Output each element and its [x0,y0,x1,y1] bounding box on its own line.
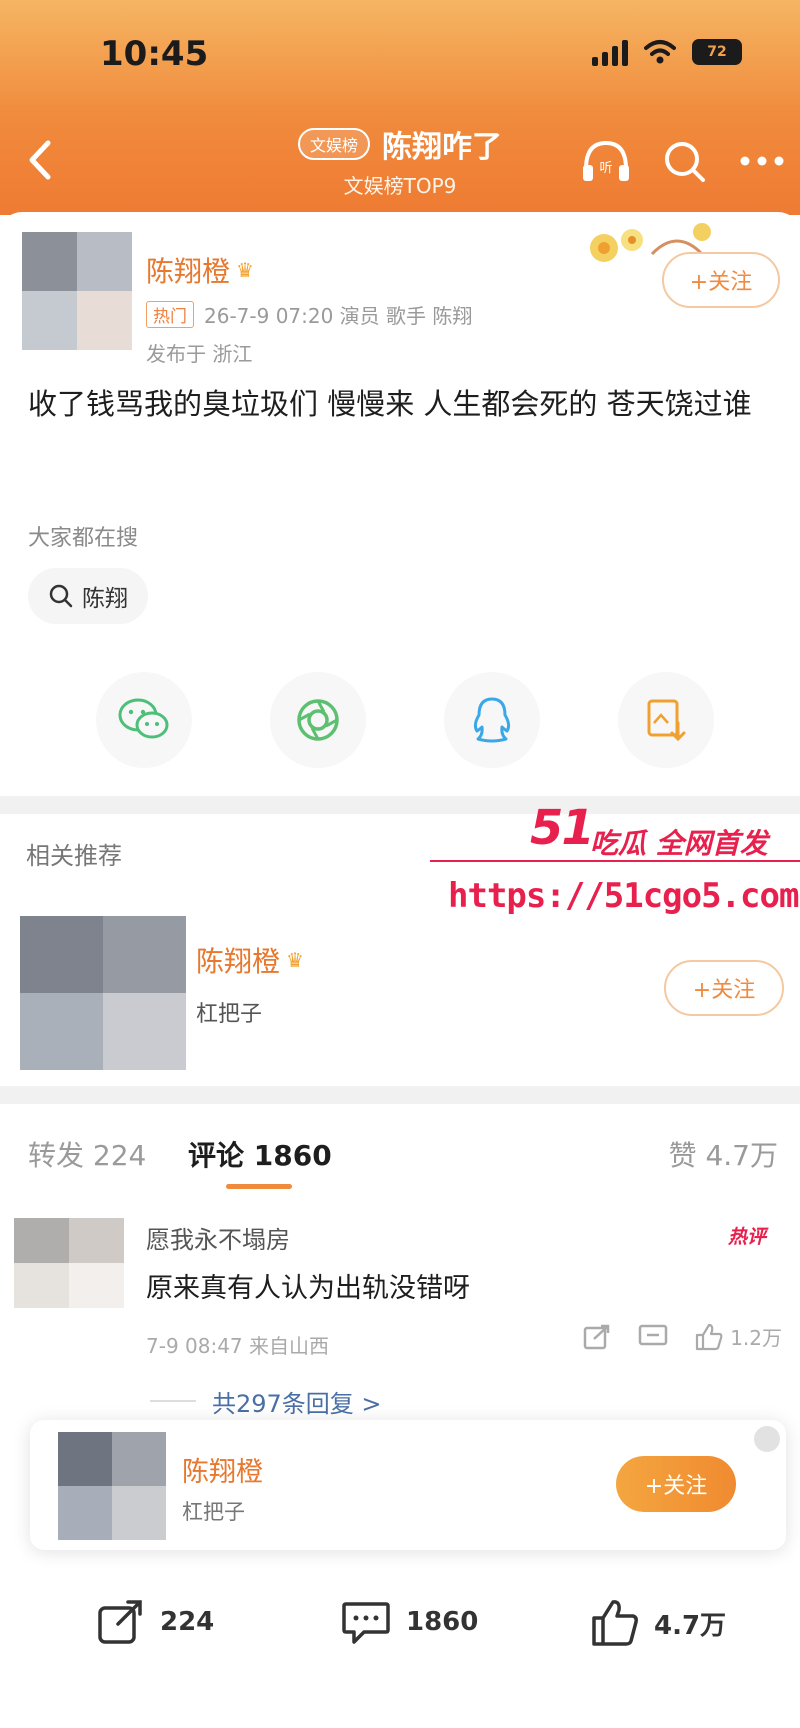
bottom-action-bar: 224 1860 4.7万 [0,1588,800,1668]
comment-count: 1860 [406,1607,479,1637]
comment-reply-icon[interactable] [638,1323,668,1351]
view-replies-link[interactable]: 共297条回复 > [212,1384,382,1419]
like-action[interactable]: 4.7万 [590,1598,726,1648]
tab-likes[interactable]: 赞 4.7万 [669,1134,778,1174]
commenter-name[interactable]: 愿我永不塌房 [146,1220,290,1255]
watermark-number: 51 [530,800,595,856]
floating-follow-bar: 陈翔橙 杠把子 +关注 [30,1420,786,1550]
comment-like-count: 1.2万 [730,1326,782,1350]
save-image-icon[interactable] [618,672,714,768]
author-name[interactable]: 陈翔橙 ♛ [146,250,254,290]
top-header: 10:45 72 文娱榜 陈翔咋了 文娱榜TOP9 听 [0,0,800,215]
more-icon[interactable] [736,135,788,187]
close-icon[interactable] [754,1426,780,1452]
hot-comment-badge: 热评 [728,1226,767,1248]
comment-text: 原来真有人认为出轨没错呀 [146,1273,470,1304]
qq-icon[interactable] [444,672,540,768]
post-location-text: 发布于 浙江 [146,342,253,366]
comment-actions: 1.2万 [582,1322,782,1351]
watermark-line [430,860,800,866]
comment-meta: 7-9 08:47 来自山西 [146,1334,330,1358]
wifi-icon [644,40,676,64]
status-icons: 72 [592,38,742,66]
repost-icon[interactable] [96,1598,146,1646]
topic-badge: 文娱榜 [297,128,370,160]
comment-like[interactable]: 1.2万 [694,1322,782,1351]
cellular-signal-icon [592,38,628,66]
related-avatar[interactable] [20,916,186,1070]
interaction-tabs: 转发 224 评论 1860 赞 4.7万 [0,1126,800,1189]
tab-active-indicator [226,1184,292,1189]
tab-comments[interactable]: 评论 1860 [188,1134,332,1174]
search-chip-text[interactable]: 陈翔 [82,579,128,613]
comment-icon[interactable] [340,1598,392,1646]
float-follow-button[interactable]: +关注 [616,1456,736,1512]
post-time-tags: 26-7-9 07:20 演员 歌手 陈翔 [204,304,473,328]
related-follow-button[interactable]: +关注 [664,960,784,1016]
reply-line [150,1400,196,1402]
nav-actions: 听 [580,135,788,187]
crown-icon: ♛ [236,258,254,282]
related-subtitle: 杠把子 [196,1002,263,1027]
listen-headphones-icon[interactable]: 听 [580,135,632,187]
trending-search-label: 大家都在搜 [28,526,139,551]
svg-text:听: 听 [599,161,612,176]
search-chip[interactable]: 陈翔 [28,568,148,624]
page-title: 陈翔咋了 [382,130,502,165]
battery-icon: 72 [692,39,742,65]
watermark: 51 吃瓜 全网首发 https://51cgo5.com [430,800,800,925]
share-row [0,672,800,772]
moments-icon[interactable] [270,672,366,768]
repost-count: 224 [160,1607,215,1637]
search-chip-icon [49,584,73,608]
repost-action[interactable]: 224 [96,1598,214,1646]
related-author-text[interactable]: 陈翔橙 [196,940,280,980]
float-author-name[interactable]: 陈翔橙 [182,1450,263,1489]
like-icon[interactable] [590,1598,640,1648]
hot-tag: 热门 [146,301,194,328]
comment-share-icon[interactable] [582,1323,612,1351]
watermark-url: https://51cgo5.com [448,876,799,916]
post-location: 发布于 浙江 [146,338,252,367]
like-count: 4.7万 [654,1610,727,1641]
search-icon[interactable] [658,135,710,187]
wechat-icon[interactable] [96,672,192,768]
tab-reposts[interactable]: 转发 224 [28,1134,146,1174]
float-avatar[interactable] [58,1432,166,1540]
author-name-text[interactable]: 陈翔橙 [146,250,230,290]
post-body: 收了钱骂我的臭垃圾们 慢慢来 人生都会死的 苍天饶过谁 [28,387,752,421]
float-author-subtitle: 杠把子 [182,1500,245,1524]
status-time: 10:45 [100,34,209,74]
crown-icon: ♛ [286,948,304,972]
section-divider [0,1086,800,1104]
comment-action[interactable]: 1860 [340,1598,478,1646]
follow-button[interactable]: +关注 [662,252,780,308]
commenter-avatar[interactable] [14,1218,124,1308]
watermark-text: 吃瓜 全网首发 [590,827,768,860]
related-author-name[interactable]: 陈翔橙 ♛ [196,940,304,980]
author-avatar[interactable] [22,232,132,350]
comment-like-icon[interactable] [694,1323,724,1351]
post-meta: 热门 26-7-9 07:20 演员 歌手 陈翔 [146,300,472,329]
related-title: 相关推荐 [26,842,122,870]
